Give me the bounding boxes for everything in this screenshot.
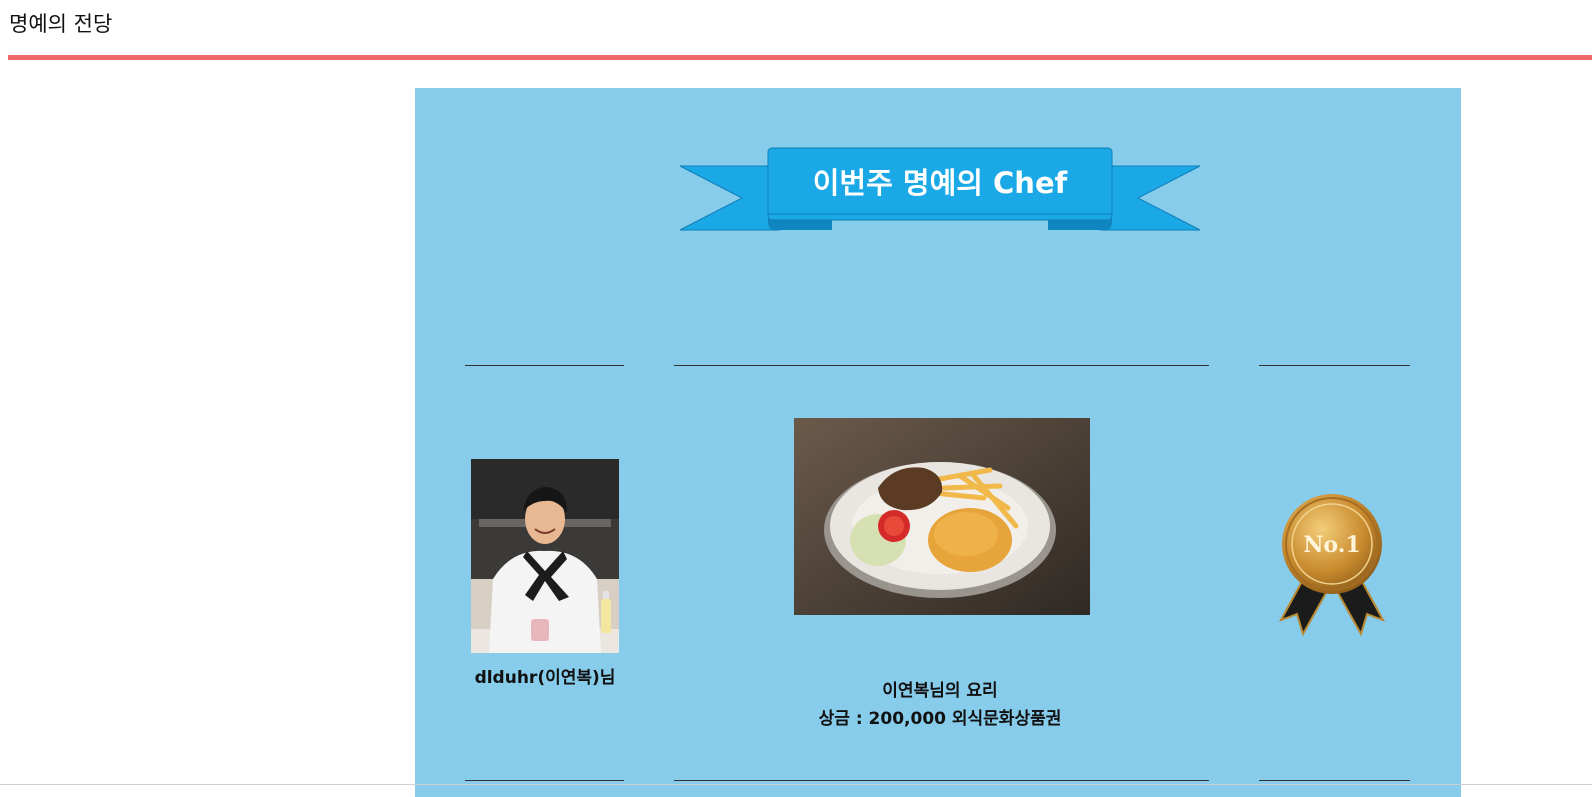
page-title: 명예의 전당	[9, 12, 113, 36]
column-divider-bottom-left	[465, 780, 624, 781]
column-divider-bottom-center	[674, 780, 1209, 781]
viewport-bottom-edge	[0, 784, 1592, 785]
dish-caption: 이연복님의 요리 상금 : 200,000 외식문화상품권	[745, 677, 1135, 733]
title-divider	[8, 55, 1592, 60]
dish-photo	[794, 418, 1090, 615]
column-divider-top-right	[1259, 365, 1410, 366]
column-divider-top-left	[465, 365, 624, 366]
dish-prize: 상금 : 200,000 외식문화상품권	[818, 709, 1062, 729]
column-divider-bottom-right	[1259, 780, 1410, 781]
chef-name: dlduhr(이연복)님	[474, 668, 616, 688]
chef-photo	[471, 459, 619, 653]
medal-text: No.1	[1303, 532, 1360, 558]
dish-title: 이연복님의 요리	[882, 681, 998, 701]
hall-of-fame-panel: 이번주 명예의 Chef dlduhr(이연복)님 이연복님의 요리 상금: …	[415, 88, 1461, 797]
column-divider-top-center	[674, 365, 1209, 366]
banner-title: 이번주 명예의 Chef	[812, 166, 1068, 200]
no1-medal-icon: No.1	[1278, 494, 1386, 637]
